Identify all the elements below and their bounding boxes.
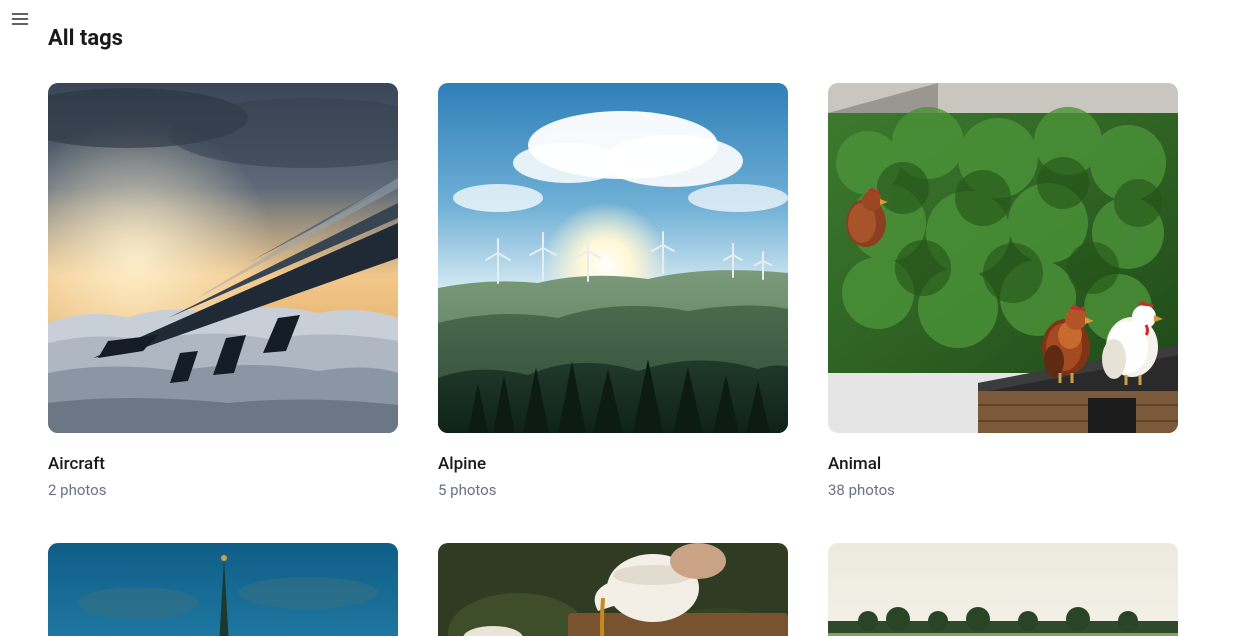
tag-card-animal[interactable]: Animal 38 photos [828, 83, 1178, 501]
tag-thumbnail [48, 543, 398, 636]
tag-name: Alpine [438, 453, 788, 475]
hamburger-menu-button[interactable] [8, 8, 32, 32]
tag-card[interactable] [48, 543, 398, 636]
tag-thumbnail [438, 543, 788, 636]
tag-grid: Aircraft 2 photos [48, 83, 1189, 636]
tag-card[interactable] [828, 543, 1178, 636]
tag-thumbnail [438, 83, 788, 433]
tag-name: Animal [828, 453, 1178, 475]
tag-name: Aircraft [48, 453, 398, 475]
tag-card-alpine[interactable]: Alpine 5 photos [438, 83, 788, 501]
tag-thumbnail [48, 83, 398, 433]
main-content: All tags [0, 0, 1237, 636]
tag-count: 38 photos [828, 481, 1178, 501]
tag-count: 2 photos [48, 481, 398, 501]
tag-card[interactable] [438, 543, 788, 636]
tag-thumbnail [828, 83, 1178, 433]
tag-card-aircraft[interactable]: Aircraft 2 photos [48, 83, 398, 501]
tag-thumbnail [828, 543, 1178, 636]
tag-count: 5 photos [438, 481, 788, 501]
hamburger-icon [10, 9, 30, 32]
page-title: All tags [48, 26, 1189, 51]
